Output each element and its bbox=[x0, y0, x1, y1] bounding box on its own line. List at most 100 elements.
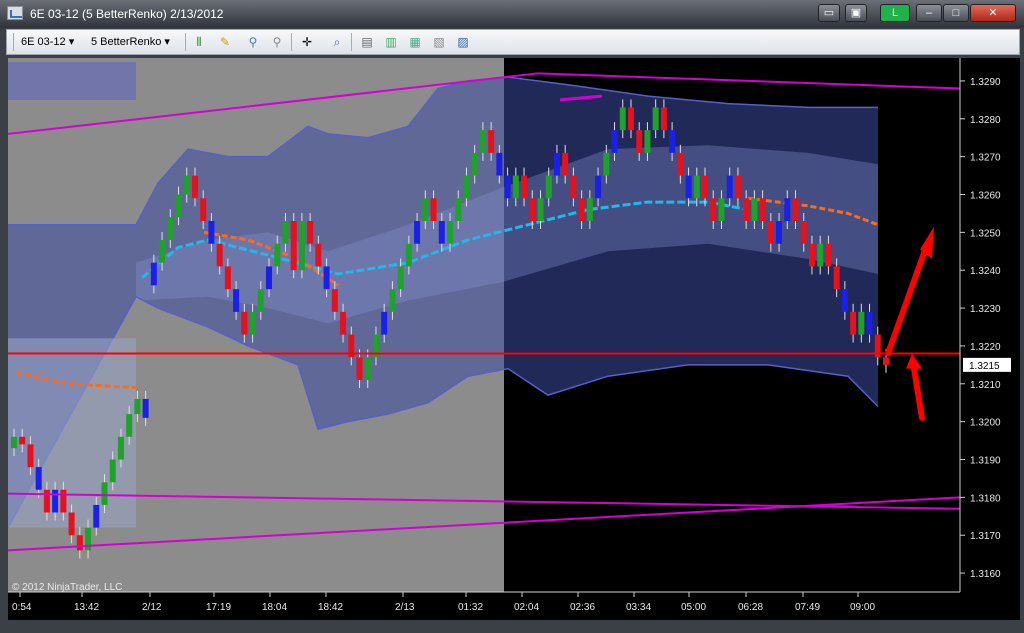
x-tick-label: 2/12 bbox=[142, 602, 162, 613]
y-tick-label: 1.3210 bbox=[970, 380, 1001, 391]
toolbar-separator bbox=[185, 33, 186, 51]
renko-bar bbox=[850, 311, 857, 335]
x-tick-label: 02:36 bbox=[570, 602, 595, 613]
renko-bar bbox=[282, 221, 289, 244]
close-button[interactable]: ✕ bbox=[970, 4, 1016, 22]
price-chart[interactable]: 1.3290 1.3280 1.3270 1.3260 1.3250 1.3240 1.32… bbox=[7, 58, 1020, 628]
renko-bar bbox=[586, 198, 593, 221]
templates-icon[interactable]: ▨ bbox=[455, 34, 471, 50]
x-tick-label: 18:04 bbox=[262, 602, 287, 613]
renko-bar bbox=[488, 130, 495, 153]
bar-type-selector[interactable]: 5 BetterRenko ▾ bbox=[91, 35, 170, 48]
renko-bar bbox=[800, 221, 807, 244]
renko-bar bbox=[578, 198, 585, 221]
renko-bar bbox=[825, 243, 832, 267]
toolbar-grip bbox=[13, 33, 14, 51]
minimize-button[interactable]: – bbox=[916, 4, 942, 22]
y-tick-label: 1.3220 bbox=[970, 342, 1001, 353]
renko-bar bbox=[479, 130, 486, 153]
renko-bar bbox=[68, 512, 75, 536]
data-box-icon[interactable]: ▤ bbox=[359, 34, 375, 50]
renko-bar bbox=[693, 175, 700, 199]
renko-bar bbox=[603, 152, 610, 176]
renko-bar bbox=[381, 311, 388, 335]
renko-bar bbox=[191, 175, 198, 199]
renko-bar bbox=[249, 311, 256, 335]
pin-gray-icon[interactable]: ⚲ bbox=[269, 34, 285, 50]
pencil-icon[interactable]: ✎ bbox=[217, 34, 233, 50]
band-top-fill bbox=[8, 62, 136, 100]
renko-bar bbox=[570, 175, 577, 199]
renko-bar bbox=[471, 152, 478, 176]
renko-bar bbox=[274, 243, 281, 267]
renko-bar bbox=[841, 289, 848, 312]
renko-bar bbox=[833, 266, 840, 290]
renko-bar bbox=[652, 107, 659, 131]
renko-bar bbox=[405, 243, 412, 267]
app-chart-icon bbox=[7, 6, 23, 20]
renko-bar bbox=[858, 311, 865, 335]
renko-bar bbox=[726, 175, 733, 199]
renko-bar bbox=[27, 444, 34, 468]
connection-indicator[interactable]: L bbox=[880, 4, 910, 22]
y-tick-label: 1.3250 bbox=[970, 228, 1001, 239]
renko-bar bbox=[101, 482, 108, 505]
instrument-link-icon[interactable]: ▣ bbox=[845, 4, 867, 22]
renko-bar bbox=[175, 194, 182, 218]
renko-bar bbox=[710, 198, 717, 221]
renko-bar bbox=[208, 221, 215, 244]
renko-bar bbox=[702, 175, 709, 199]
renko-bar bbox=[767, 221, 774, 244]
renko-bar bbox=[126, 414, 133, 437]
renko-bar bbox=[685, 175, 692, 199]
renko-bar bbox=[808, 243, 815, 267]
renko-bar bbox=[183, 175, 190, 195]
maximize-button[interactable]: □ bbox=[943, 4, 969, 22]
renko-bar bbox=[619, 107, 626, 131]
renko-bar bbox=[430, 198, 437, 221]
renko-bar bbox=[266, 266, 273, 290]
renko-bar bbox=[331, 289, 338, 312]
x-tick-label: 2/13 bbox=[395, 602, 415, 613]
renko-bar bbox=[11, 436, 17, 449]
renko-bar bbox=[35, 467, 42, 490]
x-tick-label: 18:42 bbox=[318, 602, 343, 613]
crosshair-icon[interactable]: ✛ bbox=[299, 34, 315, 50]
renko-bar bbox=[142, 398, 149, 418]
chart-canvas[interactable]: 1.3290 1.3280 1.3270 1.3260 1.3250 1.3240 1.32… bbox=[7, 58, 1020, 628]
renko-bar bbox=[438, 221, 445, 244]
toolbar-separator bbox=[291, 33, 292, 51]
renko-bar bbox=[537, 198, 544, 221]
renko-bar bbox=[134, 398, 141, 415]
link-icon[interactable]: ▭ bbox=[818, 4, 840, 22]
renko-bar bbox=[414, 221, 421, 244]
renko-bar bbox=[422, 198, 429, 221]
renko-bar bbox=[60, 489, 67, 513]
instrument-selector[interactable]: 6E 03-12 ▾ bbox=[21, 35, 74, 48]
y-tick-label: 1.3240 bbox=[970, 266, 1001, 277]
x-tick-label: 0:54 bbox=[12, 602, 32, 613]
renko-bar bbox=[93, 504, 100, 528]
renko-bar bbox=[660, 107, 667, 131]
zoom-icon[interactable]: ⌕ bbox=[329, 34, 345, 50]
renko-bar bbox=[792, 198, 799, 221]
indicators-icon[interactable]: ▥ bbox=[383, 34, 399, 50]
pushpin-icon[interactable]: ⚲ bbox=[245, 34, 261, 50]
y-tick-label: 1.3170 bbox=[970, 531, 1001, 542]
renko-bar bbox=[734, 175, 741, 199]
renko-bar bbox=[677, 152, 684, 176]
strategies-icon[interactable]: ▦ bbox=[407, 34, 423, 50]
renko-bar bbox=[627, 107, 634, 131]
x-tick-label: 02:04 bbox=[514, 602, 539, 613]
copyright-label: © 2012 NinjaTrader, LLC bbox=[12, 582, 122, 593]
properties-icon[interactable]: ▧ bbox=[431, 34, 447, 50]
renko-bar bbox=[389, 289, 396, 312]
title-bar: 6E 03-12 (5 BetterRenko) 2/13/2012 ▭ ▣ L… bbox=[0, 0, 1024, 28]
bar-style-icon[interactable]: ⫴ bbox=[191, 34, 207, 50]
renko-bar bbox=[298, 221, 305, 271]
x-tick-label: 01:32 bbox=[458, 602, 483, 613]
renko-bar bbox=[496, 152, 503, 176]
y-tick-label: 1.3290 bbox=[970, 77, 1001, 88]
renko-bar bbox=[167, 217, 174, 240]
y-tick-label: 1.3280 bbox=[970, 115, 1001, 126]
